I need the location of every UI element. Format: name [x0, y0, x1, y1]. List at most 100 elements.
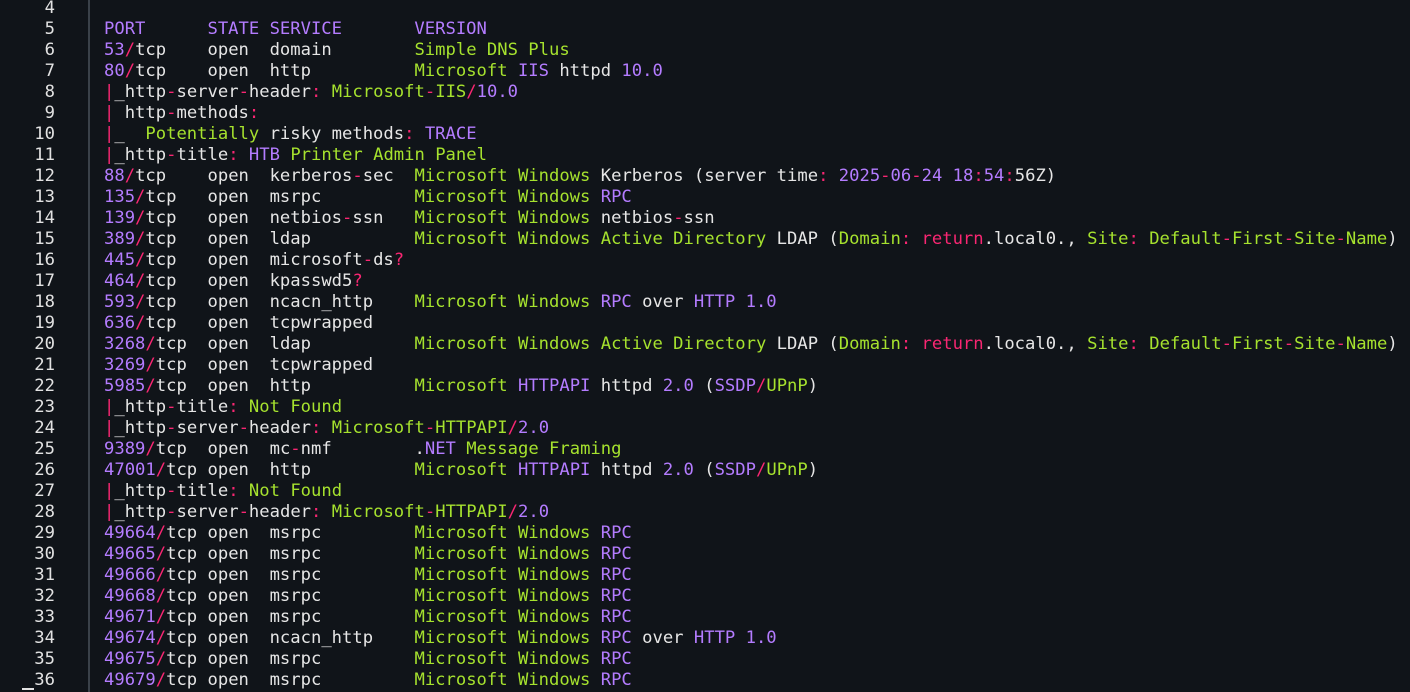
code-token: 3269 [104, 355, 146, 375]
cursor-marker [22, 688, 34, 690]
code-token: ? [393, 250, 405, 270]
code-token: IIS [517, 61, 549, 81]
code-text: |_http-title: Not Found [104, 481, 342, 502]
line-number: 23 [34, 397, 55, 417]
code-token: 49665 [104, 544, 156, 564]
code-token: tcp open domain [135, 40, 415, 60]
code-token: LDAP ( [766, 229, 839, 249]
code-token: | [104, 502, 115, 522]
code-token: RPC [600, 292, 632, 312]
code-token: 445 [104, 250, 136, 270]
code-token: ) [807, 460, 819, 480]
code-token: / [135, 313, 146, 333]
code-token: tcp open ldap [145, 229, 415, 249]
code-token: 464 [104, 271, 136, 291]
code-token: _http [114, 481, 167, 501]
code-token: tcp open msrpc [166, 544, 415, 564]
code-token: Microsoft Windows [414, 565, 601, 585]
code-text: 3269/tcp open tcpwrapped [104, 355, 373, 376]
line-number: 32 [34, 586, 55, 606]
line-number: 19 [34, 313, 55, 333]
code-text: 135/tcp open msrpc Microsoft Windows RPC [104, 187, 632, 208]
code-text: 80/tcp open http Microsoft IIS httpd 10.… [104, 61, 663, 82]
code-token: Simple DNS Plus [414, 40, 570, 60]
code-token: ) [1387, 229, 1398, 249]
code-token: 2.0 [518, 418, 550, 438]
line-number: 22 [34, 376, 55, 396]
code-token: nmf . [300, 439, 425, 459]
code-token: _http [114, 502, 167, 522]
code-token: Kerberos (server time [590, 166, 819, 186]
code-token: 56Z) [1014, 166, 1057, 186]
code-token: _http [114, 397, 167, 417]
code-text: 636/tcp open tcpwrapped [104, 313, 373, 334]
code-token: - [238, 502, 249, 522]
code-token: httpd [548, 61, 622, 81]
code-token: / [155, 523, 167, 543]
code-text: 49675/tcp open msrpc Microsoft Windows R… [104, 649, 632, 670]
code-token: risky methods [259, 124, 405, 144]
code-token: 9389 [104, 439, 146, 459]
code-token: / [155, 649, 167, 669]
code-text: 9389/tcp open mc-nmf .NET Message Framin… [104, 439, 621, 460]
code-text: 49668/tcp open msrpc Microsoft Windows R… [104, 586, 632, 607]
code-token: ssn [683, 208, 715, 228]
code-token: / [145, 376, 156, 396]
code-token: - [673, 208, 684, 228]
code-token: return [911, 334, 984, 354]
code-token: - [1283, 334, 1295, 354]
code-token: / [135, 271, 146, 291]
code-token: 5985 [104, 376, 146, 396]
code-token: Microsoft Windows [414, 166, 591, 186]
code-text: 593/tcp open ncacn_http Microsoft Window… [104, 292, 777, 313]
code-token: httpd [590, 460, 663, 480]
code-token: Microsoft [321, 502, 425, 522]
code-token: Microsoft [414, 61, 518, 81]
code-token: Default [1138, 334, 1222, 354]
code-token: HTTPAPI [517, 460, 591, 480]
line-number: 17 [34, 271, 55, 291]
code-text: |_ Potentially risky methods: TRACE [104, 124, 477, 145]
code-token: tcp open msrpc [166, 565, 415, 585]
code-token: _http [114, 418, 167, 438]
code-token: 2025 [828, 166, 881, 186]
code-token: : [311, 418, 322, 438]
code-token: ) [807, 376, 819, 396]
code-token: Domain [838, 334, 901, 354]
code-token: : [311, 502, 322, 522]
code-token: / [155, 607, 167, 627]
code-token: : [1128, 229, 1139, 249]
code-token: tcp open http [166, 460, 415, 480]
code-token: : [311, 82, 322, 102]
code-token: 10.0 [621, 61, 663, 81]
code-token: title [176, 481, 229, 501]
code-token: - [166, 502, 177, 522]
code-token: methods [176, 103, 249, 123]
code-token: Not Found [238, 481, 343, 501]
code-token: sec [362, 166, 415, 186]
code-token: tcp open ncacn_http [145, 292, 415, 312]
code-token: - [238, 418, 249, 438]
code-token: Default [1138, 229, 1222, 249]
code-text: 53/tcp open domain Simple DNS Plus [104, 40, 570, 61]
code-token: - [1335, 229, 1346, 249]
code-token: title [176, 397, 229, 417]
code-text: | http-methods: [104, 103, 259, 124]
code-text: 464/tcp open kpasswd5? [104, 271, 363, 292]
code-token: Message Framing [455, 439, 622, 459]
code-token: RPC [600, 544, 632, 564]
code-editor[interactable]: 4 5 PORT STATE SERVICE VERSION 6 53/tcp open… [0, 0, 1410, 692]
code-token: UPnP [766, 460, 808, 480]
code-text: 3268/tcp open ldap Microsoft Windows Act… [104, 334, 1398, 355]
code-token: : [1004, 166, 1015, 186]
code-token: / [124, 40, 136, 60]
code-token: 06 [890, 166, 912, 186]
code-token: tcp open ncacn_http [166, 628, 415, 648]
code-text: 49664/tcp open msrpc Microsoft Windows R… [104, 523, 632, 544]
code-token: - [1221, 334, 1233, 354]
code-text: 139/tcp open netbios-ssn Microsoft Windo… [104, 208, 715, 229]
line-number: 31 [34, 565, 55, 585]
code-token: Microsoft [414, 376, 518, 396]
code-token: : [818, 166, 829, 186]
code-token: - [166, 82, 177, 102]
